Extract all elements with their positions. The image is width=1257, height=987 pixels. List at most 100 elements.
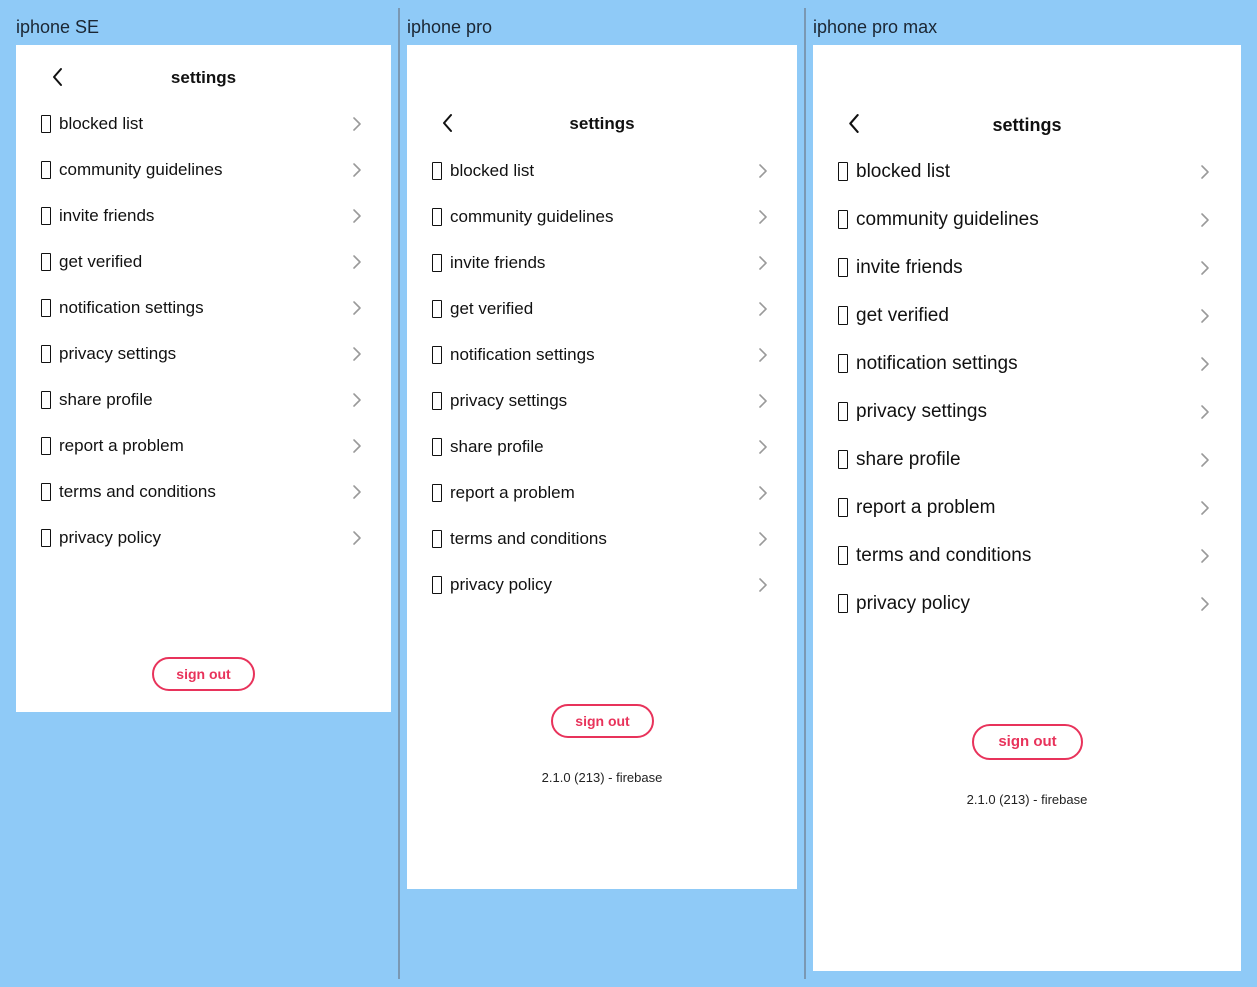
chevron-right-icon xyxy=(1201,549,1209,563)
menu-item-label: blocked list xyxy=(450,161,535,180)
menu-item-label: terms and conditions xyxy=(450,529,607,548)
missing-glyph-icon xyxy=(41,299,51,317)
menu-item[interactable]: invite friends xyxy=(407,251,797,297)
chevron-right-icon xyxy=(1201,453,1209,467)
missing-glyph-icon xyxy=(838,258,848,277)
chevron-right-icon xyxy=(759,532,767,546)
menu-item-label: get verified xyxy=(856,305,949,326)
menu-item[interactable]: privacy settings xyxy=(407,389,797,435)
menu-item-label: share profile xyxy=(450,437,544,456)
menu-item[interactable]: terms and conditions xyxy=(407,527,797,573)
menu-item[interactable]: report a problem xyxy=(16,434,391,480)
menu-item[interactable]: get verified xyxy=(407,297,797,343)
missing-glyph-icon xyxy=(41,391,51,409)
missing-glyph-icon xyxy=(41,207,51,225)
device-frame-iphone-pro-max: settings blocked list community guideline… xyxy=(813,45,1241,971)
chevron-right-icon xyxy=(759,210,767,224)
settings-header: settings xyxy=(813,113,1241,137)
menu-item[interactable]: community guidelines xyxy=(407,205,797,251)
chevron-right-icon xyxy=(353,117,361,131)
chevron-right-icon xyxy=(759,302,767,316)
menu-item-label: report a problem xyxy=(450,483,575,502)
menu-item-label: privacy settings xyxy=(59,344,177,363)
missing-glyph-icon xyxy=(838,594,848,613)
menu-item[interactable]: privacy policy xyxy=(407,573,797,619)
sign-out-button[interactable]: sign out xyxy=(551,704,654,738)
chevron-right-icon xyxy=(1201,261,1209,275)
menu-item[interactable]: community guidelines xyxy=(813,207,1241,255)
chevron-right-icon xyxy=(759,348,767,362)
settings-header: settings xyxy=(407,113,797,135)
menu-item[interactable]: privacy policy xyxy=(16,526,391,572)
chevron-right-icon xyxy=(1201,213,1209,227)
app-version-text: 2.1.0 (213) - firebase xyxy=(541,770,663,785)
chevron-right-icon xyxy=(353,209,361,223)
menu-item-label: privacy policy xyxy=(59,528,162,547)
missing-glyph-icon xyxy=(838,306,848,325)
menu-item[interactable]: share profile xyxy=(16,388,391,434)
missing-glyph-icon xyxy=(432,576,442,594)
menu-item[interactable]: blocked list xyxy=(813,159,1241,207)
menu-item-label: privacy settings xyxy=(856,401,987,422)
chevron-right-icon xyxy=(1201,165,1209,179)
menu-item[interactable]: privacy settings xyxy=(813,399,1241,447)
missing-glyph-icon xyxy=(838,162,848,181)
menu-item[interactable]: get verified xyxy=(16,250,391,296)
menu-item-label: report a problem xyxy=(856,497,996,518)
menu-item[interactable]: share profile xyxy=(813,447,1241,495)
chevron-right-icon xyxy=(353,301,361,315)
missing-glyph-icon xyxy=(838,210,848,229)
menu-item[interactable]: invite friends xyxy=(16,204,391,250)
missing-glyph-icon xyxy=(838,450,848,469)
chevron-right-icon xyxy=(759,440,767,454)
chevron-right-icon xyxy=(1201,357,1209,371)
menu-item[interactable]: notification settings xyxy=(407,343,797,389)
menu-item-label: notification settings xyxy=(450,345,595,364)
missing-glyph-icon xyxy=(41,483,51,501)
page-title: settings xyxy=(569,114,635,133)
column-divider xyxy=(398,8,400,979)
missing-glyph-icon xyxy=(41,345,51,363)
chevron-right-icon xyxy=(353,439,361,453)
menu-item-label: notification settings xyxy=(856,353,1018,374)
menu-item[interactable]: blocked list xyxy=(16,112,391,158)
menu-item-label: community guidelines xyxy=(450,207,614,226)
chevron-right-icon xyxy=(759,164,767,178)
page-title: settings xyxy=(170,68,237,87)
menu-item[interactable]: report a problem xyxy=(407,481,797,527)
menu-item[interactable]: get verified xyxy=(813,303,1241,351)
missing-glyph-icon xyxy=(838,354,848,373)
column-label-iphone-pro-max: iphone pro max xyxy=(813,17,938,37)
menu-item-label: share profile xyxy=(856,449,961,470)
missing-glyph-icon xyxy=(432,346,442,364)
missing-glyph-icon xyxy=(838,402,848,421)
menu-item[interactable]: blocked list xyxy=(407,159,797,205)
missing-glyph-icon xyxy=(432,484,442,502)
menu-item-label: community guidelines xyxy=(59,160,223,179)
chevron-right-icon xyxy=(759,256,767,270)
missing-glyph-icon xyxy=(432,438,442,456)
menu-item[interactable]: report a problem xyxy=(813,495,1241,543)
menu-item[interactable]: privacy settings xyxy=(16,342,391,388)
menu-item[interactable]: notification settings xyxy=(16,296,391,342)
missing-glyph-icon xyxy=(432,300,442,318)
chevron-right-icon xyxy=(759,394,767,408)
menu-item-label: report a problem xyxy=(59,436,184,455)
missing-glyph-icon xyxy=(41,253,51,271)
sign-out-button[interactable]: sign out xyxy=(152,657,255,691)
menu-item[interactable]: invite friends xyxy=(813,255,1241,303)
column-label-iphone-se: iphone SE xyxy=(16,17,100,37)
menu-item[interactable]: privacy policy xyxy=(813,591,1241,639)
menu-item[interactable]: community guidelines xyxy=(16,158,391,204)
chevron-right-icon xyxy=(759,486,767,500)
menu-item[interactable]: notification settings xyxy=(813,351,1241,399)
menu-item-label: terms and conditions xyxy=(856,545,1032,566)
menu-item-label: terms and conditions xyxy=(59,482,216,501)
menu-item[interactable]: terms and conditions xyxy=(16,480,391,526)
missing-glyph-icon xyxy=(41,161,51,179)
menu-item[interactable]: share profile xyxy=(407,435,797,481)
menu-item-label: privacy policy xyxy=(450,575,553,594)
missing-glyph-icon xyxy=(41,437,51,455)
sign-out-button[interactable]: sign out xyxy=(972,724,1083,760)
menu-item[interactable]: terms and conditions xyxy=(813,543,1241,591)
